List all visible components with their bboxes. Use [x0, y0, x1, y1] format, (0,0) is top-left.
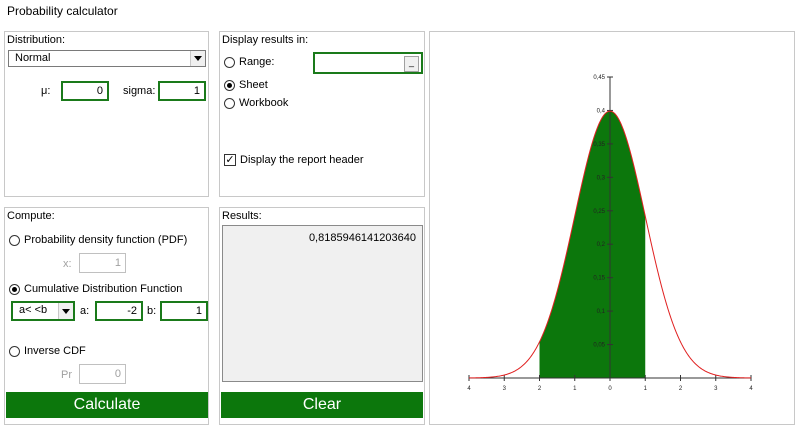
sheet-label: Sheet — [239, 79, 268, 91]
chart-panel: 4 3 2 1 0 1 2 3 4 0,05 0,1 0,15 0,2 0,25 0,3 0,35 0,4 0,4… — [429, 31, 795, 425]
x-tick-label: 2 — [538, 386, 542, 392]
shaded-area — [539, 111, 646, 378]
results-label: Results: — [222, 210, 262, 222]
x-tick-label: 1 — [573, 386, 577, 392]
range-select-button[interactable]: _ — [404, 56, 419, 72]
y-tick-label: 0,3 — [597, 175, 606, 181]
sigma-label: sigma: — [123, 85, 156, 97]
compute-label: Compute: — [7, 210, 55, 222]
workbook-label: Workbook — [239, 97, 289, 109]
y-tick-label: 0,4 — [597, 108, 606, 114]
x-input[interactable]: 1 — [79, 253, 126, 273]
y-tick-label: 0,35 — [593, 142, 605, 148]
mu-input[interactable]: 0 — [61, 81, 109, 101]
cdf-radio[interactable] — [9, 284, 20, 295]
inverse-cdf-label: Inverse CDF — [24, 345, 86, 357]
distribution-panel: Distribution: Normal μ: 0 sigma: 1 — [4, 31, 209, 197]
x-tick-label: 2 — [679, 386, 683, 392]
x-tick-label: 3 — [714, 386, 718, 392]
y-tick-label: 0,25 — [593, 209, 605, 215]
chevron-down-icon[interactable] — [190, 51, 205, 66]
report-header-checkbox[interactable]: ✓ — [224, 154, 236, 166]
y-tick-label: 0,45 — [593, 75, 605, 81]
range-input[interactable]: _ — [313, 52, 423, 74]
distribution-selected: Normal — [15, 52, 51, 64]
calculate-button[interactable]: Calculate — [6, 392, 208, 418]
window-title: Probability calculator — [7, 4, 118, 18]
pr-label: Pr — [61, 369, 72, 381]
distribution-select[interactable]: Normal — [8, 50, 206, 67]
range-radio[interactable] — [224, 57, 235, 68]
chevron-down-icon[interactable] — [58, 303, 73, 319]
x-label: x: — [63, 258, 72, 270]
x-tick-label: 4 — [467, 386, 471, 392]
pr-input[interactable]: 0 — [79, 364, 126, 384]
b-label: b: — [147, 305, 157, 317]
pdf-radio[interactable] — [9, 235, 20, 246]
sigma-input[interactable]: 1 — [158, 81, 206, 101]
a-input[interactable]: -2 — [95, 301, 143, 321]
x-tick-label: 0 — [608, 386, 612, 392]
results-value: 0,8185946141203640 — [308, 232, 416, 244]
y-tick-label: 0,05 — [593, 343, 605, 349]
cdf-mode-selected: a< <b — [19, 304, 48, 316]
clear-button[interactable]: Clear — [221, 392, 423, 418]
distribution-chart: 4 3 2 1 0 1 2 3 4 0,05 0,1 0,15 0,2 0,25 0,3 0,35 0,4 0,4… — [467, 75, 753, 392]
display-results-label: Display results in: — [222, 34, 309, 46]
y-tick-label: 0,1 — [597, 309, 606, 315]
pdf-label: Probability density function (PDF) — [24, 234, 188, 246]
y-tick-label: 0,15 — [593, 276, 605, 282]
mu-label: μ: — [41, 85, 51, 97]
results-output[interactable]: 0,8185946141203640 — [222, 225, 423, 382]
y-tick-label: 0,2 — [597, 242, 606, 248]
display-results-panel: Display results in: Range: _ Sheet Workb… — [219, 31, 425, 197]
x-tick-label: 1 — [644, 386, 648, 392]
a-label: a: — [80, 305, 90, 317]
cdf-mode-select[interactable]: a< <b — [11, 301, 75, 321]
x-tick-label: 3 — [503, 386, 507, 392]
distribution-label: Distribution: — [7, 34, 66, 46]
range-label: Range: — [239, 56, 275, 68]
inverse-cdf-radio[interactable] — [9, 346, 20, 357]
b-input[interactable]: 1 — [160, 301, 208, 321]
workbook-radio[interactable] — [224, 98, 235, 109]
cdf-label: Cumulative Distribution Function — [24, 283, 183, 295]
x-tick-label: 4 — [749, 386, 753, 392]
report-header-label: Display the report header — [240, 154, 364, 166]
sheet-radio[interactable] — [224, 80, 235, 91]
